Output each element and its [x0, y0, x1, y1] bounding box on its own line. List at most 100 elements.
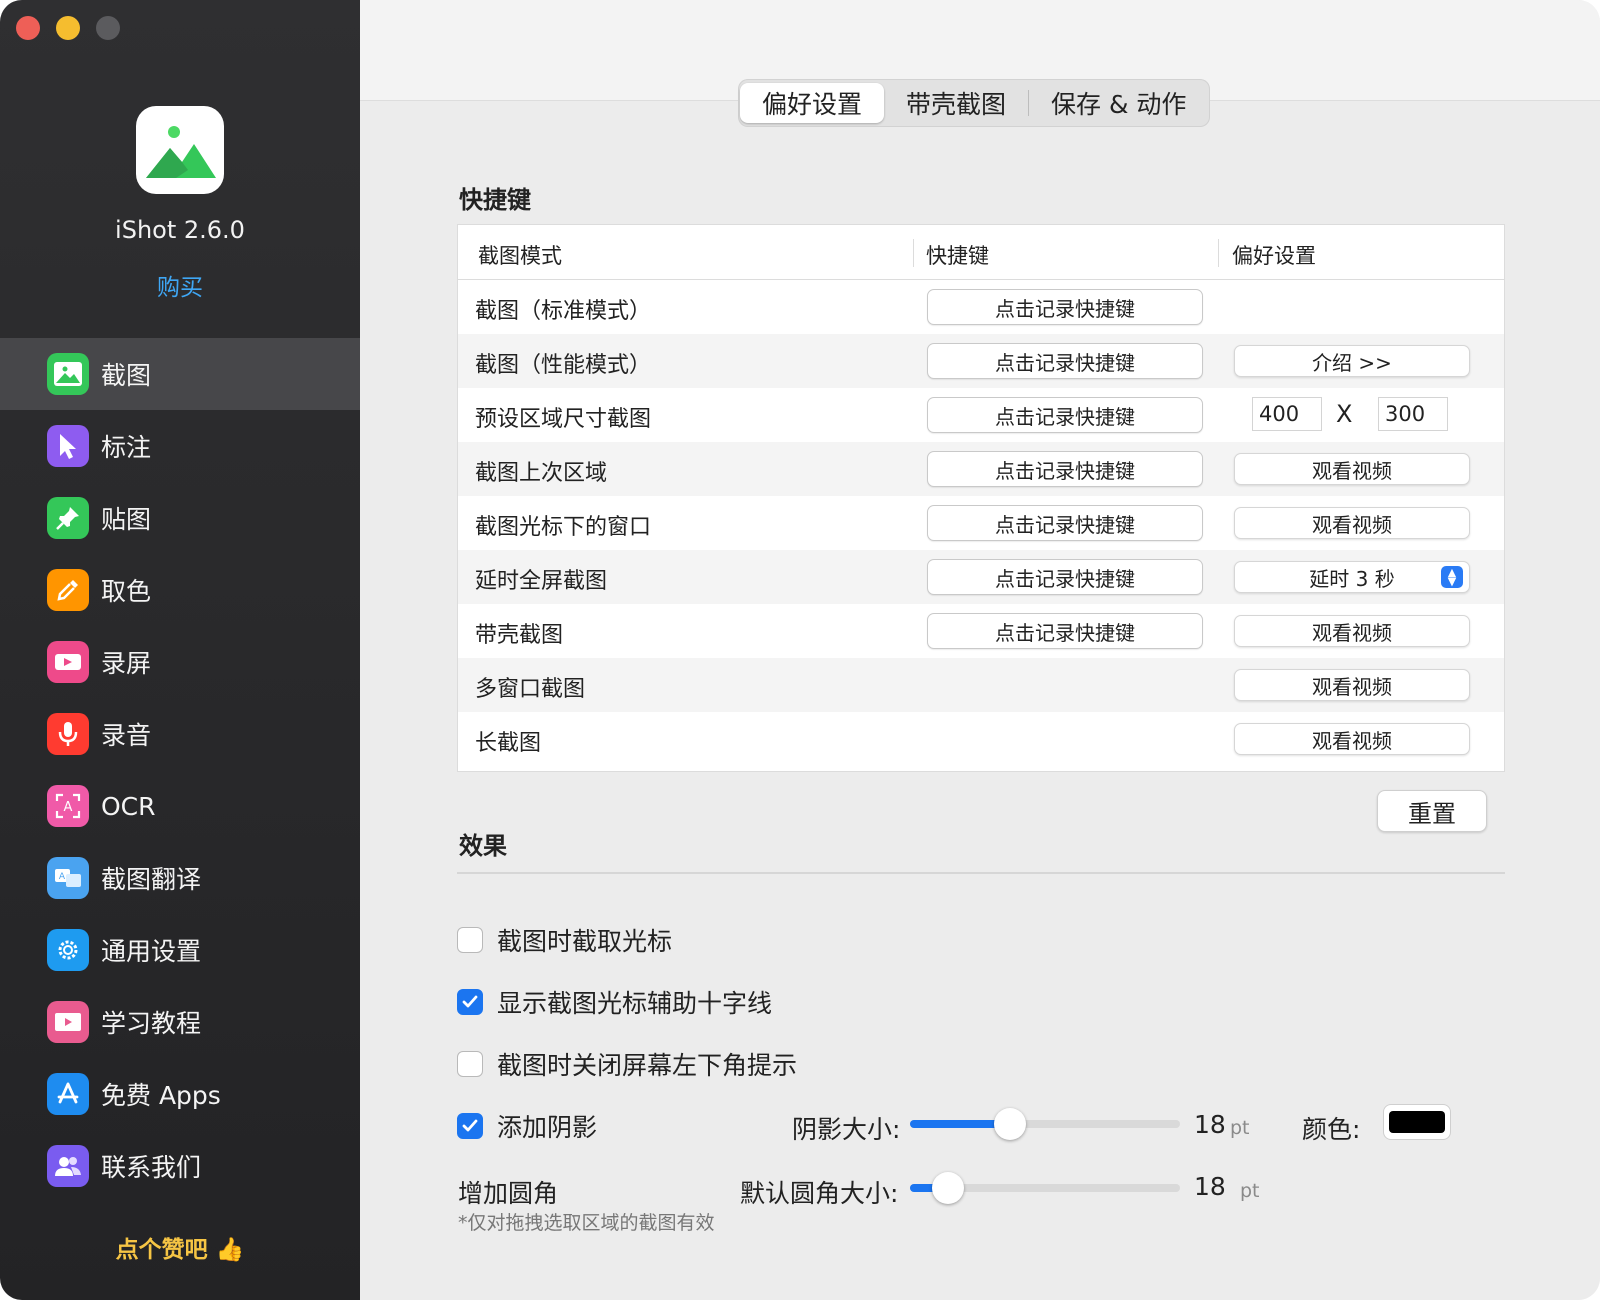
sidebar-item-label: 贴图 — [101, 505, 152, 534]
mode-label: 长截图 — [475, 731, 542, 756]
sidebar-item-screenshot[interactable]: 截图 — [0, 338, 360, 410]
sidebar-item-annotate[interactable]: 标注 — [0, 410, 360, 482]
main-content: 偏好设置 带壳截图 保存 & 动作 快捷键 截图模式 快捷键 偏好设置 截图（标… — [360, 0, 1600, 1300]
buy-link[interactable]: 购买 — [0, 268, 360, 302]
mode-label: 截图上次区域 — [475, 461, 608, 486]
mode-label: 截图（标准模式） — [475, 299, 652, 324]
color-label: 颜色: — [1302, 1115, 1361, 1144]
sidebar-item-general-settings[interactable]: 通用设置 — [0, 914, 360, 986]
sidebar-item-color-picker[interactable]: 取色 — [0, 554, 360, 626]
mode-label: 截图（性能模式） — [475, 353, 652, 378]
table-row: 多窗口截图 观看视频 — [458, 658, 1504, 712]
delay-select-value: 延时 3 秒 — [1309, 566, 1395, 591]
shadow-option: 添加阴影 — [457, 1108, 597, 1144]
tab-device-frame[interactable]: 带壳截图 — [884, 83, 1028, 123]
checkmark-icon — [462, 995, 478, 1008]
column-header-shortcut: 快捷键 — [926, 244, 989, 268]
sidebar-item-ocr[interactable]: A OCR — [0, 770, 360, 842]
sidebar-item-screen-record[interactable]: 录屏 — [0, 626, 360, 698]
shadow-label: 添加阴影 — [497, 1113, 598, 1142]
delay-select[interactable]: 延时 3 秒 ▲ ▼ — [1234, 561, 1470, 593]
table-row: 截图光标下的窗口 点击记录快捷键 观看视频 — [458, 496, 1504, 550]
sidebar-item-audio-record[interactable]: 录音 — [0, 698, 360, 770]
watch-video-button[interactable]: 观看视频 — [1234, 669, 1470, 701]
tab-preferences[interactable]: 偏好设置 — [740, 83, 885, 123]
sidebar-item-translate[interactable]: A 截图翻译 — [0, 842, 360, 914]
close-hint-label: 截图时关闭屏幕左下角提示 — [497, 1051, 798, 1080]
tab-bar: 偏好设置 带壳截图 保存 & 动作 — [738, 79, 1211, 127]
sidebar-nav: 截图 标注 贴图 取色 录屏 录音 A OCR A 截图翻译 通用设置 学习教程… — [0, 338, 360, 1202]
shadow-color-well[interactable] — [1383, 1104, 1451, 1140]
mode-label: 带壳截图 — [475, 623, 564, 648]
sidebar-item-label: 截图翻译 — [101, 865, 202, 894]
watch-video-button[interactable]: 观看视频 — [1234, 615, 1470, 647]
show-crosshair-option: 显示截图光标辅助十字线 — [457, 984, 772, 1020]
sidebar-item-label: 通用设置 — [101, 937, 202, 966]
slider-knob[interactable] — [931, 1172, 964, 1204]
effects-title: 效果 — [459, 832, 507, 860]
table-header: 截图模式 快捷键 偏好设置 — [458, 225, 1504, 280]
sidebar-item-label: 取色 — [101, 577, 152, 606]
close-hint-checkbox[interactable] — [457, 1051, 483, 1077]
record-shortcut-button[interactable]: 点击记录快捷键 — [927, 613, 1203, 649]
preset-width-input[interactable] — [1252, 397, 1322, 431]
sidebar-item-label: 标注 — [101, 433, 152, 462]
table-row: 截图上次区域 点击记录快捷键 观看视频 — [458, 442, 1504, 496]
gear-icon — [47, 929, 89, 971]
sidebar-item-label: 联系我们 — [101, 1153, 202, 1182]
table-row: 预设区域尺寸截图 点击记录快捷键 X — [458, 388, 1504, 442]
rounded-corner-label: 增加圆角 — [458, 1179, 559, 1208]
record-shortcut-button[interactable]: 点击记录快捷键 — [927, 343, 1203, 379]
intro-button[interactable]: 介绍 >> — [1234, 345, 1470, 377]
chevron-up-down-icon: ▲ ▼ — [1441, 566, 1463, 588]
app-logo-icon — [136, 106, 224, 194]
corner-size-label: 默认圆角大小: — [740, 1179, 899, 1208]
shadow-size-slider[interactable] — [910, 1108, 1180, 1140]
sidebar-item-pin[interactable]: 贴图 — [0, 482, 360, 554]
column-divider — [913, 239, 914, 267]
minimize-window-button[interactable] — [56, 16, 80, 40]
shadow-size-value: 18 — [1194, 1110, 1226, 1139]
table-row: 截图（标准模式） 点击记录快捷键 — [458, 280, 1504, 334]
app-name: iShot 2.6.0 — [115, 216, 245, 244]
show-crosshair-checkbox[interactable] — [457, 989, 483, 1015]
section-divider — [457, 872, 1505, 874]
close-hint-option: 截图时关闭屏幕左下角提示 — [457, 1046, 797, 1082]
corner-size-value: 18 — [1194, 1172, 1226, 1201]
close-window-button[interactable] — [16, 16, 40, 40]
record-shortcut-button[interactable]: 点击记录快捷键 — [927, 451, 1203, 487]
zoom-window-button[interactable] — [96, 16, 120, 40]
watch-video-button[interactable]: 观看视频 — [1234, 507, 1470, 539]
watch-video-button[interactable]: 观看视频 — [1234, 453, 1470, 485]
reset-button[interactable]: 重置 — [1377, 790, 1487, 832]
translate-icon: A — [47, 857, 89, 899]
column-header-mode: 截图模式 — [478, 244, 562, 268]
app-store-icon — [47, 1073, 89, 1115]
sidebar-item-label: 录音 — [101, 721, 152, 750]
shadow-checkbox[interactable] — [457, 1113, 483, 1139]
sidebar-item-label: OCR — [101, 791, 156, 821]
watch-video-button[interactable]: 观看视频 — [1234, 723, 1470, 755]
preset-height-input[interactable] — [1378, 397, 1448, 431]
capture-cursor-checkbox[interactable] — [457, 927, 483, 953]
record-shortcut-button[interactable]: 点击记录快捷键 — [927, 559, 1203, 595]
corner-size-slider[interactable] — [910, 1172, 1180, 1204]
like-link[interactable]: 点个赞吧 👍 — [0, 1230, 360, 1264]
sidebar-item-free-apps[interactable]: 免费 Apps — [0, 1058, 360, 1130]
table-row: 带壳截图 点击记录快捷键 观看视频 — [458, 604, 1504, 658]
record-shortcut-button[interactable]: 点击记录快捷键 — [927, 289, 1203, 325]
checkmark-icon — [462, 1119, 478, 1132]
corner-size-unit: pt — [1240, 1180, 1260, 1202]
sidebar: iShot 2.6.0 购买 截图 标注 贴图 取色 录屏 录音 A OCR A… — [0, 0, 360, 1300]
tab-save-actions[interactable]: 保存 & 动作 — [1029, 83, 1208, 123]
sidebar-item-tutorials[interactable]: 学习教程 — [0, 986, 360, 1058]
sidebar-item-label: 学习教程 — [101, 1009, 202, 1038]
eyedropper-icon — [47, 569, 89, 611]
mode-label: 延时全屏截图 — [475, 569, 608, 594]
table-row: 截图（性能模式） 点击记录快捷键 介绍 >> — [458, 334, 1504, 388]
sidebar-item-contact[interactable]: 联系我们 — [0, 1130, 360, 1202]
slider-knob[interactable] — [993, 1108, 1026, 1140]
record-shortcut-button[interactable]: 点击记录快捷键 — [927, 397, 1203, 433]
mode-label: 预设区域尺寸截图 — [475, 407, 652, 432]
record-shortcut-button[interactable]: 点击记录快捷键 — [927, 505, 1203, 541]
